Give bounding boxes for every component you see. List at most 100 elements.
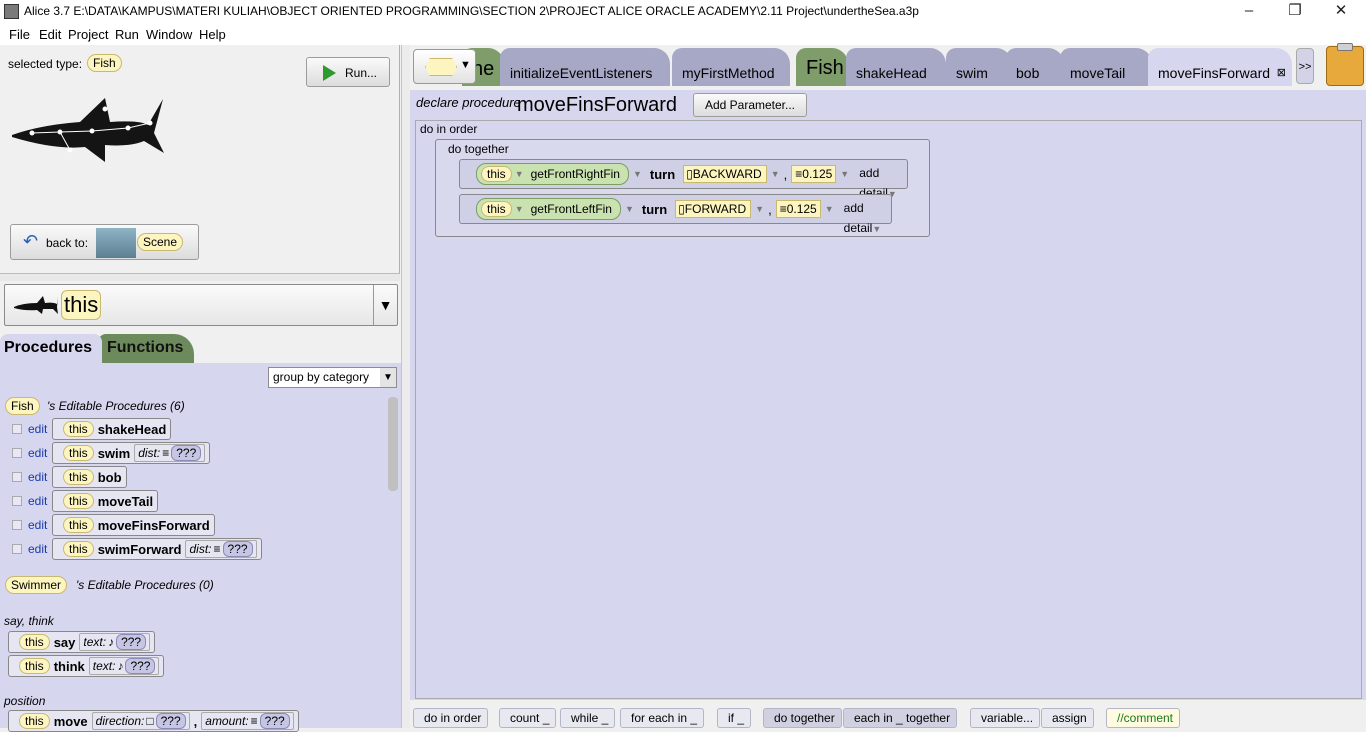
run-button[interactable]: Run... <box>306 57 390 87</box>
dropdown-arrow-icon[interactable]: ▼ <box>373 285 397 325</box>
tab-move-tail[interactable]: moveTail <box>1060 48 1152 86</box>
checkbox[interactable] <box>12 496 22 506</box>
menu-edit[interactable]: Edit <box>39 27 61 42</box>
tab-swim[interactable]: swim <box>946 48 1012 86</box>
variable-button[interactable]: variable... <box>970 708 1041 728</box>
add-parameter-button[interactable]: Add Parameter... <box>693 93 807 117</box>
amount-value[interactable]: ≡0.125 <box>775 200 821 218</box>
add-detail-button[interactable]: add detail▼ <box>853 163 907 200</box>
checkbox[interactable] <box>12 448 22 458</box>
group-by-select[interactable]: group by category ▼ <box>268 367 397 388</box>
for-each-in-button[interactable]: for each in _ <box>620 708 705 728</box>
minimize-button[interactable]: – <box>1226 0 1272 24</box>
edit-link[interactable]: edit <box>28 494 52 508</box>
getter-name: getFrontRightFin <box>530 167 620 181</box>
tab-initialize-event-listeners[interactable]: initializeEventListeners <box>500 48 670 86</box>
procedure-name: shakeHead <box>97 421 167 437</box>
comment-button[interactable]: //comment <box>1106 708 1181 728</box>
this-pill: this <box>63 445 94 461</box>
procedures-scrollbar[interactable] <box>388 397 398 491</box>
edit-link[interactable]: edit <box>28 518 52 532</box>
object-selector[interactable]: this ▼ <box>4 284 398 326</box>
chevron-down-icon: ▼ <box>514 169 524 179</box>
enum-icon: □ <box>146 714 154 728</box>
tab-overflow-button[interactable]: >> <box>1296 48 1314 84</box>
menu-file[interactable]: File <box>9 27 30 42</box>
param-label: text: <box>92 659 116 673</box>
menu-project[interactable]: Project <box>68 27 108 42</box>
procedure-block-swimforward[interactable]: this swimForward dist: ≡??? <box>52 538 262 560</box>
param-label: text: <box>83 635 107 649</box>
clipboard-clip <box>1337 43 1353 51</box>
selected-type-label: selected type: <box>8 57 83 71</box>
menu-help[interactable]: Help <box>199 27 226 42</box>
amount-value[interactable]: ≡0.125 <box>791 165 837 183</box>
procedure-block-movetail[interactable]: this moveTail <box>52 490 159 512</box>
do-in-order-button[interactable]: do in order <box>413 708 489 728</box>
tab-procedures[interactable]: Procedures <box>0 334 102 364</box>
procedure-block-think[interactable]: this think text: ♪??? <box>8 655 165 677</box>
swimmer-procedures-header: 's Editable Procedures (0) <box>76 578 214 592</box>
scene-thumbnail <box>96 228 136 258</box>
param-label: direction: <box>95 714 145 728</box>
get-front-left-fin-expression[interactable]: this ▼ getFrontLeftFin <box>476 198 621 220</box>
procedure-block-movefinsforward[interactable]: this moveFinsForward <box>52 514 215 536</box>
add-detail-label: add detail <box>843 201 873 235</box>
procedure-name: move <box>53 713 88 729</box>
procedure-block-bob[interactable]: this bob <box>52 466 127 488</box>
param-label: dist: <box>138 446 161 460</box>
tab-bob[interactable]: bob <box>1006 48 1064 86</box>
close-tab-icon[interactable]: ⊠ <box>1277 66 1286 79</box>
checkbox[interactable] <box>12 544 22 554</box>
tab-label: moveFinsForward <box>1158 65 1271 81</box>
procedure-block-swim[interactable]: this swim dist: ≡??? <box>52 442 211 464</box>
edit-link[interactable]: edit <box>28 470 52 484</box>
edit-link[interactable]: edit <box>28 446 52 460</box>
menu-window[interactable]: Window <box>146 27 192 42</box>
procedure-block-say[interactable]: this say text: ♪??? <box>8 631 156 653</box>
param-amount: amount: ≡??? <box>201 712 294 730</box>
getter-name: getFrontLeftFin <box>530 202 612 216</box>
vertical-splitter[interactable] <box>401 45 410 728</box>
this-pill: this <box>19 634 50 650</box>
procedure-title: moveFinsForward <box>517 94 678 116</box>
run-label: Run... <box>345 66 378 80</box>
tab-my-first-method[interactable]: myFirstMethod <box>672 48 790 86</box>
while-button[interactable]: while _ <box>560 708 616 728</box>
direction-value[interactable]: ▯FORWARD <box>675 200 752 218</box>
procedure-block-move[interactable]: this move direction: □???, amount: ≡??? <box>8 710 299 732</box>
back-to-button[interactable]: ↶ back to: Scene <box>10 224 199 260</box>
horizontal-splitter[interactable] <box>0 273 400 281</box>
this-pill: this <box>481 201 512 217</box>
count-button[interactable]: count _ <box>499 708 557 728</box>
direction-value[interactable]: ▯BACKWARD <box>683 165 767 183</box>
checkbox[interactable] <box>12 424 22 434</box>
checkbox[interactable] <box>12 472 22 482</box>
clipboard-icon[interactable] <box>1326 43 1364 86</box>
checkbox[interactable] <box>12 520 22 530</box>
close-button[interactable]: ✕ <box>1318 0 1364 24</box>
type-selector-button[interactable]: ▼ <box>413 49 476 84</box>
this-pill: this <box>63 517 94 533</box>
turn-statement-left-fin[interactable]: this ▼ getFrontLeftFin ▼ turn ▯FORWARD ▼, … <box>459 194 892 235</box>
tab-functions[interactable]: Functions <box>98 334 194 364</box>
maximize-button[interactable]: ❐ <box>1272 0 1318 24</box>
param-direction: direction: □??? <box>91 712 190 730</box>
edit-link[interactable]: edit <box>28 422 52 436</box>
type-hexagon-icon <box>425 58 457 76</box>
each-in-together-button[interactable]: each in _ together <box>843 708 958 728</box>
if-button[interactable]: if _ <box>717 708 752 728</box>
menu-run[interactable]: Run <box>115 27 139 42</box>
procedure-name: say <box>53 634 76 650</box>
tab-move-fins-forward[interactable]: moveFinsForward ⊠ <box>1148 48 1292 86</box>
turn-statement-right-fin[interactable]: this ▼ getFrontRightFin ▼ turn ▯BACKWARD ▼… <box>459 159 908 200</box>
get-front-right-fin-expression[interactable]: this ▼ getFrontRightFin <box>476 163 629 185</box>
assign-button[interactable]: assign <box>1041 708 1094 728</box>
add-detail-button[interactable]: add detail▼ <box>838 198 891 235</box>
procedure-block-shakehead[interactable]: this shakeHead <box>52 418 172 440</box>
category-say-think: say, think <box>4 614 54 628</box>
tab-fish-type[interactable]: Fish <box>796 48 848 86</box>
edit-link[interactable]: edit <box>28 542 52 556</box>
tab-shake-head[interactable]: shakeHead <box>846 48 946 86</box>
do-together-button[interactable]: do together <box>763 708 842 728</box>
